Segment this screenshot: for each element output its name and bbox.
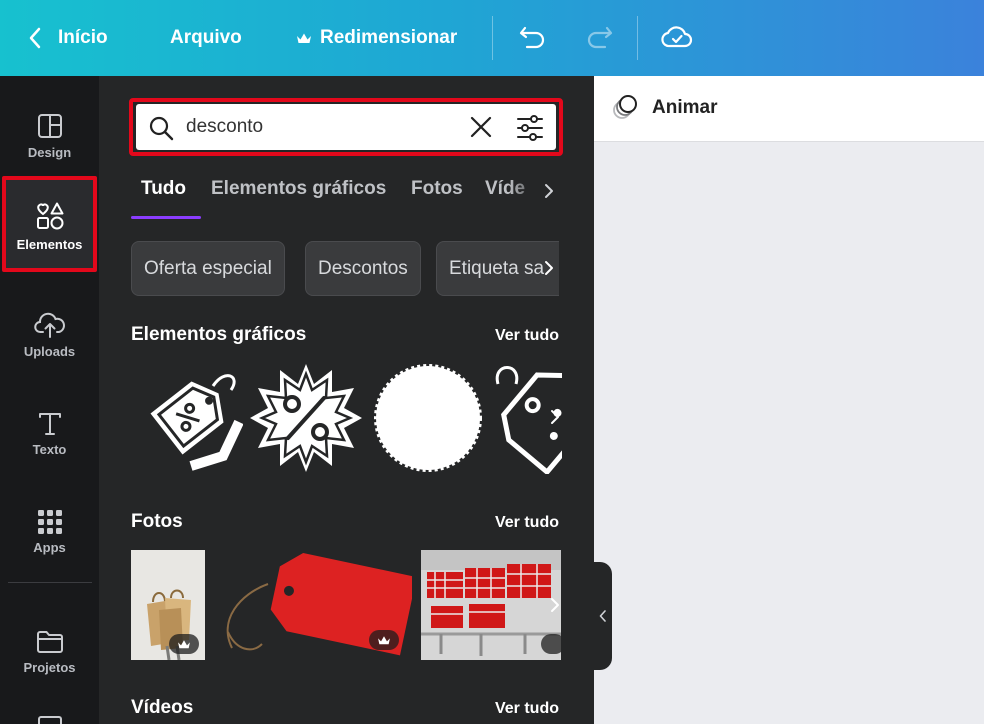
left-rail: Design Elementos Uploads Texto Apps Proj… [0,76,99,724]
shopping-carts-image [421,550,561,660]
rail-item-elements[interactable]: Elementos [0,180,99,272]
photo-red-tag[interactable] [222,550,412,660]
top-bar: Início Arquivo Redimensionar [0,0,984,76]
rail-item-text[interactable]: Texto [0,387,99,479]
premium-badge [369,630,399,650]
file-menu-button[interactable]: Arquivo [170,0,242,76]
tabs-fade [509,176,564,206]
search-icon [149,116,174,141]
chevron-left-icon [599,610,606,622]
tab-graphics[interactable]: Elementos gráficos [211,178,386,200]
rail-item-label: Projetos [23,659,76,675]
photo-shopping-carts[interactable] [421,550,561,660]
crown-icon [378,635,390,644]
tab-all[interactable]: Tudo [141,178,186,200]
graphic-discount-tag[interactable] [131,362,244,474]
rail-item-uploads[interactable]: Uploads [0,288,99,380]
graphic-scalloped-badge[interactable] [372,362,484,474]
graphics-see-all-link[interactable]: Ver tudo [495,327,559,345]
videos-section-title: Vídeos [131,697,194,718]
text-icon [38,412,61,435]
redo-icon [587,26,613,49]
folder-icon [36,630,63,653]
photos-next-button[interactable] [542,588,568,622]
rail-item-projects[interactable]: Projetos [0,606,99,698]
photos-section-title: Fotos [131,511,183,532]
chip-tag[interactable]: Etiqueta sa [436,241,559,296]
toolbar-divider [492,16,493,60]
category-tabs: Tudo Elementos gráficos Fotos Víde [131,176,561,220]
suggestion-chips: Oferta especial Descontos Etiqueta sa [131,241,559,297]
premium-badge [169,634,199,654]
chevron-right-icon [551,598,559,612]
resize-label: Redimensionar [320,27,458,48]
chevron-right-icon[interactable] [543,259,555,277]
rail-item-label: Design [27,144,72,160]
editor-area: Animar [594,76,984,724]
chip-special-offer[interactable]: Oferta especial [131,241,285,296]
videos-see-all-link[interactable]: Ver tudo [495,700,559,718]
active-tab-indicator [131,216,201,219]
tab-photos[interactable]: Fotos [411,178,463,200]
back-home-label: Início [58,27,108,48]
chevron-right-icon [551,410,559,424]
photos-see-all-link[interactable]: Ver tudo [495,514,559,532]
rail-item-label: Uploads [23,343,76,359]
cloud-check-icon [661,26,693,48]
scalloped-badge-icon [374,364,482,472]
filter-sliders-icon[interactable] [516,114,544,142]
animate-label: Animar [652,97,718,118]
animate-icon [613,95,637,119]
graphic-percent-seal[interactable] [250,362,362,474]
elements-panel: Tudo Elementos gráficos Fotos Víde Ofert… [99,76,594,724]
graphics-next-button[interactable] [542,400,568,434]
rail-more-icon [38,716,62,724]
premium-badge [541,634,561,654]
search-input[interactable] [186,112,456,142]
shapes-icon [36,202,63,229]
layout-icon [37,113,62,138]
chevron-left-icon [29,27,41,49]
crown-icon [178,639,190,648]
graphics-section-title: Elementos gráficos [131,324,307,345]
file-menu-label: Arquivo [170,27,242,48]
rail-item-label: Elementos [16,236,83,252]
rail-item-label: Texto [32,441,67,457]
crown-icon [297,33,311,43]
resize-button[interactable]: Redimensionar [296,0,457,76]
search-bar [136,104,556,150]
save-status-button[interactable] [660,20,694,59]
editor-toolbar: Animar [594,76,984,142]
rail-item-design[interactable]: Design [0,90,99,182]
percent-seal-icon [250,364,362,472]
discount-tag-icon [150,374,244,471]
chevron-right-icon[interactable] [543,182,555,200]
rail-divider [8,582,92,583]
cloud-upload-icon [33,312,65,338]
clear-icon[interactable] [470,116,492,138]
chip-discounts[interactable]: Descontos [305,241,421,296]
rail-item-label: Apps [33,539,66,555]
animate-button[interactable]: Animar [612,94,717,122]
photo-shopping-bags[interactable] [131,550,205,660]
undo-button[interactable] [516,20,550,59]
panel-collapse-handle[interactable] [594,562,612,670]
redo-button[interactable] [582,20,616,59]
rail-item-apps[interactable]: Apps [0,486,99,578]
back-home-button[interactable]: Início [28,0,108,76]
grid-icon [37,509,62,534]
toolbar-divider [637,16,638,60]
undo-icon [519,26,545,49]
